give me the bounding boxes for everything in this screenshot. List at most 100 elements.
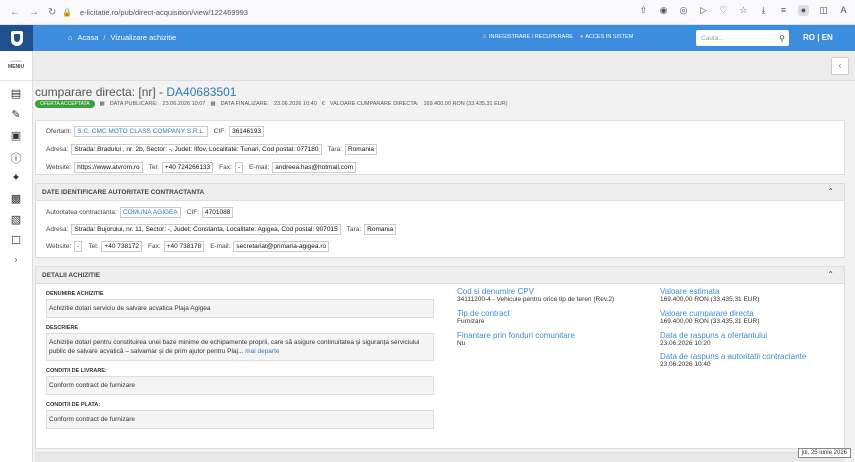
document-list-icon[interactable]: ▤ (11, 87, 21, 102)
breadcrumb-home[interactable]: Acasa (78, 33, 99, 42)
ofertant-country-value: Romania (345, 143, 378, 155)
descriere-label: DESCRIERE (46, 325, 79, 332)
chat-icon[interactable]: ☐ (11, 234, 21, 249)
authority-email-value: secretariat@primaria-agigea.ro (233, 240, 330, 252)
login-label: ACCES IN SISTEM (585, 34, 634, 40)
breadcrumb: ⌂ Acasa / Vizualizare achizitie (68, 33, 176, 42)
expand-icon[interactable]: › (15, 255, 18, 270)
lang-ro[interactable]: RO (803, 33, 815, 42)
lock-icon[interactable]: 🔒 (62, 8, 72, 17)
register-link[interactable]: ⚠ INREGISTRARE / RECUPERARE (482, 34, 573, 40)
authority-response-date-label: Data de raspuns a autoritatii contractan… (660, 352, 807, 362)
sidebar: e-licitatie MENIU ▤ ✎ ▣ ⓘ ✦ ▩ ▧ ☐ › (0, 51, 33, 462)
search-input[interactable] (701, 34, 777, 42)
authority-tel-label: Tel: (88, 242, 99, 250)
read-more-link[interactable]: mai departe (245, 348, 279, 355)
status-badge: OFERTA ACCEPTATA (35, 100, 95, 108)
edit-document-icon[interactable]: ✎ (11, 108, 20, 123)
page-title: cumparare directa: [nr] - DA40683501 (35, 85, 845, 99)
contract-type-value: Furnizare (457, 317, 485, 325)
reload-icon[interactable]: ↻ (48, 7, 56, 18)
id-card-icon[interactable]: ▩ (11, 192, 21, 207)
breadcrumb-separator: / (103, 33, 106, 42)
details-panel-header[interactable]: DETALII ACHIZITIE ⌃ (36, 267, 844, 284)
cpv-value: 34111200-4 - Vehicule pentru orice tip d… (457, 296, 615, 303)
address-bar[interactable]: 🔒 e-licitatie.ro/pub/direct-acquisition/… (62, 4, 662, 20)
ofertant-fax-value: - (234, 161, 243, 173)
ofertant-address-label: Adresa: (46, 145, 69, 153)
euro-icon: € (321, 101, 325, 107)
direct-purchase-value: 169.400,00 RON (33.435,31 EUR) (660, 317, 760, 325)
ofertant-value[interactable]: S.C. CMC MOTO CLASS COMPANY S.R.L. (74, 125, 208, 137)
collapse-button[interactable]: ‹ (831, 57, 849, 75)
calendar-icon: ▦ (210, 101, 216, 107)
menu-icon[interactable]: ≡ (778, 5, 789, 16)
value-label: VALOARE CUMPARARE DIRECTA: (329, 101, 419, 107)
browser-toolbar: ← → ↻ 🔒 e-licitatie.ro/pub/direct-acquis… (0, 0, 855, 25)
help-icon[interactable]: ⓘ (11, 150, 22, 165)
share-icon[interactable]: ⇧ (638, 5, 649, 16)
extension-icon[interactable]: ◎ (678, 5, 689, 16)
eu-funding-value: Nu (457, 339, 466, 347)
plata-label: CONDITII DE PLATA: (46, 402, 101, 409)
authority-panel: DATE IDENTIFICARE AUTORITATE CONTRACTANT… (35, 183, 845, 258)
reader-icon[interactable]: A (838, 5, 849, 16)
ofertant-tel-label: Tel: (148, 163, 159, 171)
bookmark-icon[interactable]: ♡ (718, 5, 729, 16)
search-icon[interactable]: ⚲ (779, 34, 785, 43)
authority-address-label: Adresa: (46, 225, 69, 233)
chevron-up-icon[interactable]: ⌃ (827, 187, 834, 196)
download-icon[interactable]: ⤓ (758, 5, 769, 16)
authority-country-label: Tara: (346, 225, 362, 233)
descriere-box: Achiziție dotari pentru constituirea une… (46, 333, 434, 362)
livrare-label: CONDITII DE LIVRARE: (46, 368, 107, 375)
bidder-response-date-value: 23.06.2026 10:20 (660, 339, 711, 347)
ofertant-fax-label: Fax: (219, 163, 232, 171)
forward-icon[interactable]: → (29, 7, 39, 18)
app-header: ⌂ Acasa / Vizualizare achizitie ⚠ INREGIS… (0, 25, 855, 51)
chevron-left-icon: ‹ (838, 61, 842, 70)
final-date-value: 23.06.2026 10:40 (273, 101, 317, 107)
rocket-icon[interactable]: ✦ (11, 171, 20, 186)
login-link[interactable]: ● ACCES IN SISTEM (580, 34, 633, 40)
value-amount: 169.400,00 RON (33.435,31 EUR) (423, 101, 508, 107)
descriere-value: Achiziție dotari pentru constituirea une… (49, 339, 420, 356)
toolbar-strip: ‹ (33, 51, 855, 81)
menu-toggle[interactable]: e-licitatie MENIU (0, 51, 32, 81)
page-header: cumparare directa: [nr] - DA40683501 OFE… (35, 85, 845, 108)
details-heading: DETALII ACHIZITIE (42, 272, 101, 279)
lang-en[interactable]: EN (822, 33, 833, 42)
home-icon[interactable]: ⌂ (68, 33, 73, 42)
final-date-label: DATA FINALIZARE: (220, 101, 269, 107)
dashboard-icon[interactable]: ▧ (11, 213, 21, 228)
authority-cif-value: 4701088 (202, 206, 234, 218)
authority-website-label: Website: (46, 242, 72, 250)
profile-icon[interactable]: ● (798, 5, 809, 16)
authority-cif-label: CIF: (186, 208, 200, 216)
back-icon[interactable]: ← (10, 7, 20, 18)
favorites-icon[interactable]: ☆ (738, 5, 749, 16)
chevron-up-icon[interactable]: ⌃ (827, 270, 834, 279)
contract-type-label: Tip de contract (457, 308, 510, 318)
puzzle-icon[interactable]: ◫ (818, 5, 829, 16)
denumire-label: DENUMIRE ACHIZITIE (46, 291, 104, 297)
date-tooltip: joi, 25 iunie 2026 (797, 448, 851, 458)
authority-website-value: - (74, 240, 83, 252)
ofertant-email-value: andreea.has@hotmail.com (272, 161, 357, 173)
authority-panel-header[interactable]: DATE IDENTIFICARE AUTORITATE CONTRACTANT… (36, 184, 844, 201)
authority-address-value: Strada: Bujorului, nr. 11, Sector: -, Ju… (71, 223, 341, 235)
site-logo[interactable] (0, 25, 33, 51)
play-icon[interactable]: ▷ (698, 5, 709, 16)
camera-icon[interactable]: ◉ (658, 5, 669, 16)
authority-value[interactable]: COMUNA AGIGEA (119, 206, 181, 218)
ofertant-email-label: E-mail: (249, 163, 270, 171)
ofertant-address-value: Strada: Bradului , nr. 2b, Sector: -, Ju… (71, 143, 322, 155)
authority-response-date-value: 23.06.2026 10:40 (660, 361, 711, 369)
register-label: INREGISTRARE / RECUPERARE (488, 34, 573, 40)
money-icon[interactable]: ▣ (11, 129, 21, 144)
estimated-value: 169.400,00 RON (33.435,31 EUR) (660, 296, 760, 303)
next-panel-edge (35, 452, 845, 462)
ofertant-website-value: https://www.atvrom.ro (74, 161, 143, 173)
menu-small-text: e-licitatie (10, 59, 22, 63)
bidder-response-date-label: Data de raspuns a ofertantului (660, 330, 768, 340)
